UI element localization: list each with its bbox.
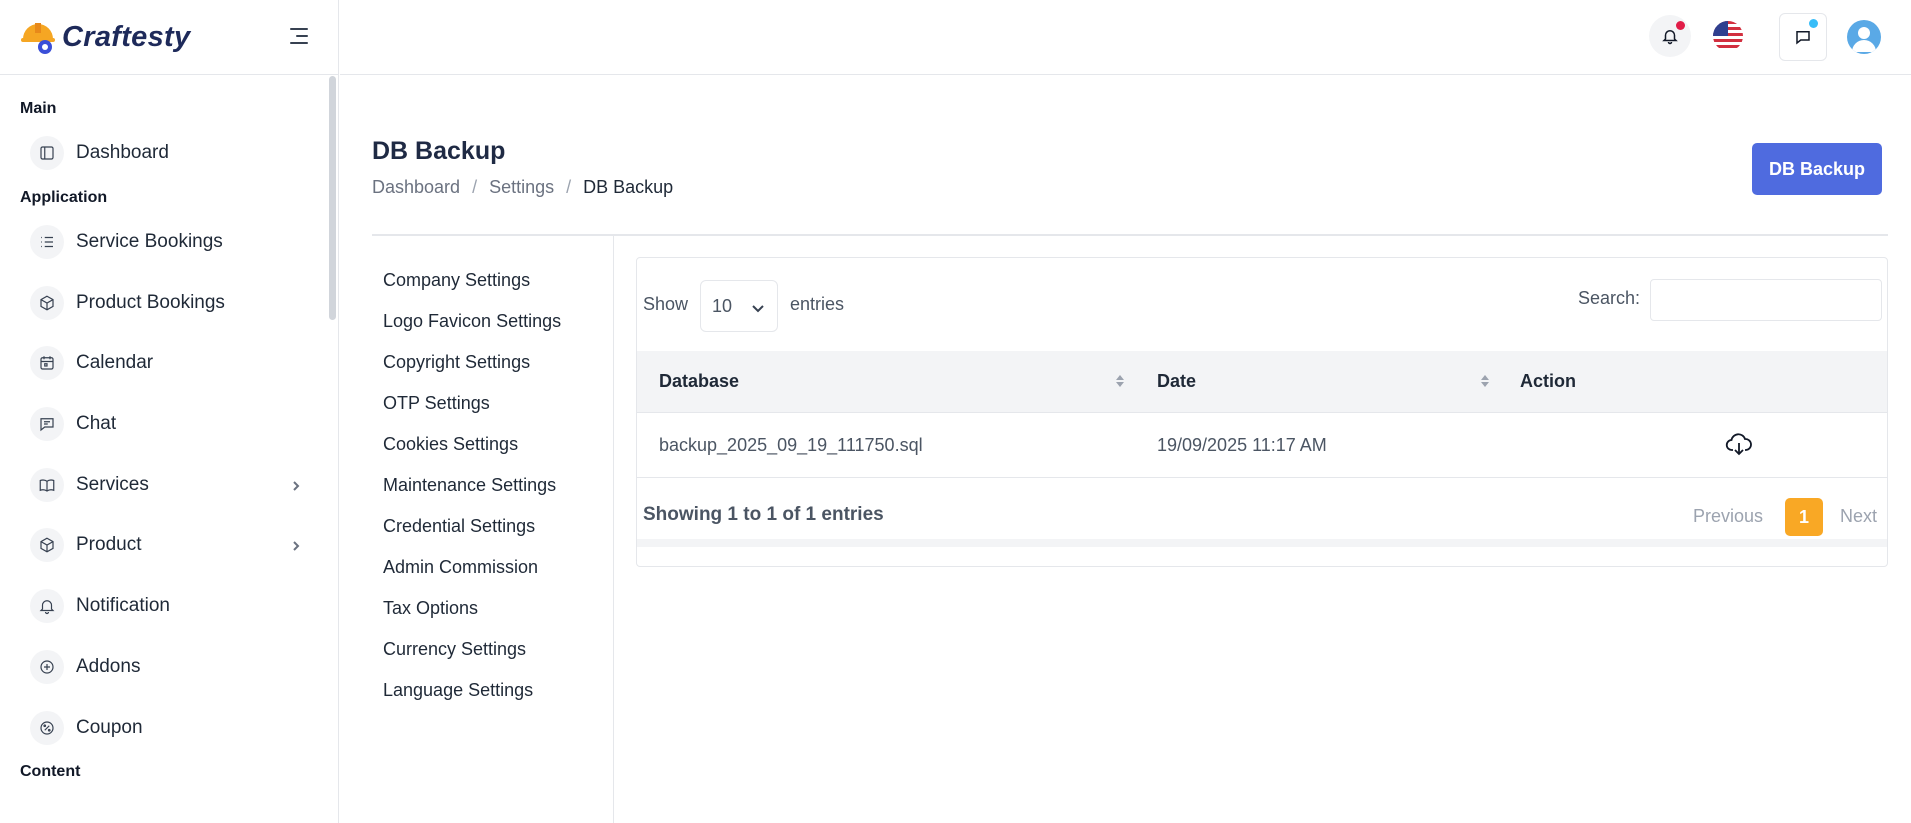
settings-menu-maintenance-settings[interactable]: Maintenance Settings bbox=[383, 475, 556, 496]
box-icon bbox=[30, 285, 64, 320]
sidebar-item-coupon[interactable]: Coupon bbox=[0, 697, 338, 758]
sidebar-item-label: Services bbox=[76, 473, 149, 495]
settings-menu-logo-favicon-settings[interactable]: Logo Favicon Settings bbox=[383, 311, 561, 332]
page-length-value: 10 bbox=[712, 295, 733, 316]
breadcrumb: Dashboard / Settings / DB Backup bbox=[372, 177, 673, 198]
entries-label: entries bbox=[790, 294, 845, 314]
sort-icon[interactable] bbox=[1480, 373, 1490, 389]
sidebar-item-product[interactable]: Product bbox=[0, 515, 338, 576]
bell-icon bbox=[1662, 30, 1678, 45]
sidebar-item-label: Calendar bbox=[76, 352, 154, 374]
settings-menu-cookies-settings[interactable]: Cookies Settings bbox=[383, 434, 518, 455]
settings-menu-company-settings[interactable]: Company Settings bbox=[383, 270, 530, 291]
percent-icon bbox=[30, 710, 64, 745]
nav-section-title: Main bbox=[20, 100, 57, 117]
sidebar-item-notification[interactable]: Notification bbox=[0, 576, 338, 637]
logo[interactable]: Craftesty bbox=[20, 17, 190, 57]
page-length-select[interactable]: 10 bbox=[700, 280, 778, 332]
sidebar-item-label: Service Bookings bbox=[76, 231, 223, 253]
box-icon bbox=[30, 528, 64, 563]
column-database[interactable]: Database bbox=[659, 371, 739, 392]
user-avatar[interactable] bbox=[1847, 20, 1881, 54]
breadcrumb-separator: / bbox=[566, 177, 572, 197]
list-icon bbox=[30, 225, 64, 260]
sidebar-item-label: Chat bbox=[76, 413, 117, 435]
calendar-icon bbox=[30, 346, 64, 381]
notification-badge bbox=[1676, 21, 1685, 30]
breadcrumb-separator: / bbox=[472, 177, 478, 197]
messages-button[interactable] bbox=[1779, 13, 1827, 61]
sidebar-nav: Main Dashboard Application Service Bookings… bbox=[0, 75, 338, 786]
sort-icon[interactable] bbox=[1115, 373, 1125, 389]
cell-database: backup_2025_09_19_111750.sql bbox=[659, 435, 923, 455]
layout-sidebar-icon bbox=[30, 136, 64, 171]
menu-toggle-icon[interactable] bbox=[290, 28, 310, 46]
settings-menu: Company Settings Logo Favicon Settings Cop… bbox=[372, 236, 614, 823]
sidebar-item-services[interactable]: Services bbox=[0, 454, 338, 515]
pagination-next[interactable]: Next bbox=[1840, 506, 1877, 527]
settings-menu-language-settings[interactable]: Language Settings bbox=[383, 680, 533, 701]
table-horizontal-scrollbar[interactable] bbox=[637, 539, 1887, 547]
chevron-right-icon bbox=[290, 479, 302, 491]
sidebar-item-label: Addons bbox=[76, 655, 141, 677]
book-icon bbox=[30, 467, 64, 502]
breadcrumb-dashboard[interactable]: Dashboard bbox=[372, 177, 460, 198]
search-label: Search: bbox=[1578, 288, 1641, 308]
sidebar-item-label: Product bbox=[76, 534, 142, 556]
sidebar-item-dashboard[interactable]: Dashboard bbox=[0, 123, 338, 184]
top-header bbox=[340, 0, 1911, 75]
table-row: backup_2025_09_19_111750.sql 19/09/2025 … bbox=[637, 413, 1887, 478]
notification-button[interactable] bbox=[1649, 15, 1691, 57]
settings-menu-currency-settings[interactable]: Currency Settings bbox=[383, 639, 526, 660]
sidebar-item-service-bookings[interactable]: Service Bookings bbox=[0, 212, 338, 273]
sidebar-header: Craftesty bbox=[0, 0, 338, 75]
settings-menu-otp-settings[interactable]: OTP Settings bbox=[383, 393, 490, 414]
chevron-right-icon bbox=[290, 539, 302, 552]
column-action: Action bbox=[1520, 371, 1576, 391]
settings-menu-tax-options[interactable]: Tax Options bbox=[383, 598, 478, 619]
sidebar-item-chat[interactable]: Chat bbox=[0, 394, 338, 455]
column-date[interactable]: Date bbox=[1157, 371, 1196, 392]
chevron-down-icon bbox=[752, 305, 764, 313]
chat-icon bbox=[30, 407, 64, 442]
pagination-page-1[interactable]: 1 bbox=[1785, 498, 1823, 536]
backup-table-card: Show 10 entries Search: Database Date Ac… bbox=[636, 257, 1888, 567]
sidebar-item-calendar[interactable]: Calendar bbox=[0, 333, 338, 394]
table-header: Database Date Action bbox=[637, 351, 1887, 413]
nav-section-title: Application bbox=[20, 188, 108, 206]
chat-icon bbox=[1796, 31, 1810, 45]
page-title: DB Backup bbox=[372, 137, 506, 165]
sidebar-item-label: Coupon bbox=[76, 716, 143, 738]
table-info: Showing 1 to 1 of 1 entries bbox=[643, 504, 884, 525]
messages-badge bbox=[1809, 19, 1818, 28]
plus-circle-icon bbox=[30, 649, 64, 684]
cell-date: 19/09/2025 11:17 AM bbox=[1157, 435, 1327, 455]
pagination-previous[interactable]: Previous bbox=[1693, 506, 1763, 527]
settings-menu-credential-settings[interactable]: Credential Settings bbox=[383, 516, 535, 537]
logo-icon bbox=[20, 17, 56, 57]
cloud-download-icon[interactable] bbox=[1725, 431, 1753, 459]
sidebar-item-label: Notification bbox=[76, 595, 170, 617]
bell-icon bbox=[30, 589, 64, 624]
search-input[interactable] bbox=[1650, 279, 1882, 321]
settings-menu-copyright-settings[interactable]: Copyright Settings bbox=[383, 352, 530, 373]
show-label: Show bbox=[643, 294, 689, 314]
language-flag-icon[interactable] bbox=[1713, 21, 1743, 51]
sidebar-item-product-bookings[interactable]: Product Bookings bbox=[0, 272, 338, 333]
breadcrumb-current: DB Backup bbox=[583, 177, 674, 197]
settings-menu-admin-commission[interactable]: Admin Commission bbox=[383, 557, 538, 578]
sidebar-item-label: Product Bookings bbox=[76, 291, 225, 313]
db-backup-button[interactable]: DB Backup bbox=[1752, 143, 1882, 195]
nav-section-title: Content bbox=[20, 762, 81, 780]
sidebar-item-addons[interactable]: Addons bbox=[0, 637, 338, 698]
sidebar: Craftesty Main Dashboard Application Servic… bbox=[0, 0, 339, 823]
brand-name: Craftesty bbox=[62, 20, 191, 53]
sidebar-item-label: Dashboard bbox=[76, 142, 169, 164]
breadcrumb-settings[interactable]: Settings bbox=[489, 177, 554, 198]
